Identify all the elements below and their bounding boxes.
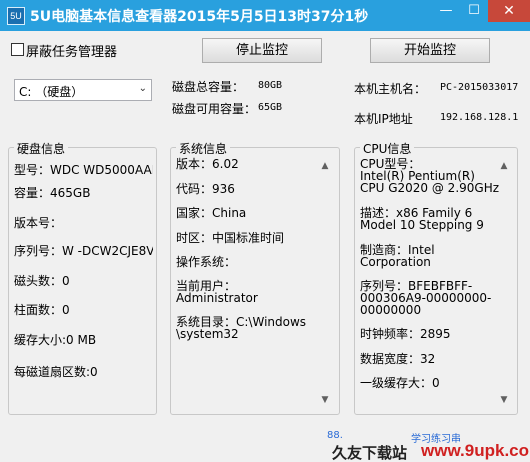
disk-cylinders: 柱面数：0	[14, 303, 70, 317]
cpu-clock: 时钟频率：2895	[360, 327, 451, 341]
hide-taskmgr-label[interactable]: 屏蔽任务管理器	[26, 41, 117, 60]
watermark-site-name: 久友下载站	[332, 444, 408, 462]
hide-taskmgr-checkbox[interactable]	[11, 43, 24, 56]
disk-sectors: 每磁道扇区数:0	[14, 365, 98, 379]
minimize-button[interactable]: —	[432, 0, 460, 22]
disk-cache: 缓存大小:0 MB	[14, 333, 97, 347]
close-button[interactable]: ✕	[488, 0, 530, 22]
window-title: 5U电脑基本信息查看器2015年5月5日13时37分1秒	[30, 9, 369, 25]
system-os: 操作系统：	[176, 255, 237, 269]
footer-watermark: 88. 学习练习串 久友下载站 www.9upk.com	[321, 424, 530, 462]
chevron-down-icon[interactable]: ⌄	[139, 83, 147, 94]
cpu-model-line2: CPU G2020 @ 2.90GHz	[360, 181, 500, 195]
maximize-button[interactable]: ☐	[460, 0, 488, 22]
app-logo-icon: 5U	[7, 7, 25, 25]
system-timezone: 时区：中国标准时间	[176, 231, 285, 245]
ip-value: 192.168.128.1	[440, 112, 519, 123]
disk-info-panel: 型号：WDC WD5000AAKX-08 容量：465GB 版本号： 序列号：W…	[12, 160, 153, 410]
title-bar[interactable]: 5U 5U电脑基本信息查看器2015年5月5日13时37分1秒 — ☐ ✕	[0, 0, 530, 31]
app-window: 5U 5U电脑基本信息查看器2015年5月5日13时37分1秒 — ☐ ✕ 屏蔽…	[0, 0, 530, 462]
disk-total-value: 80GB	[258, 80, 283, 91]
start-monitor-button[interactable]: 开始监控	[370, 38, 490, 63]
cpu-l1-cache: 一级缓存大：0	[360, 376, 440, 390]
footer-prefix: 88.	[327, 430, 343, 441]
cpu-data-width: 数据宽度：32	[360, 352, 436, 366]
disk-version: 版本号：	[14, 216, 63, 230]
system-country: 国家：China	[176, 206, 247, 220]
host-value: PC-2015033017	[440, 82, 519, 93]
drive-select-value: C: （硬盘）	[19, 85, 84, 99]
system-codepage: 代码：936	[176, 182, 235, 196]
system-info-panel[interactable]: 版本：6.02 代码：936 国家：China 时区：中国标准时间 操作系统： …	[174, 154, 335, 410]
cpu-scroll-down-icon[interactable]: ▼	[498, 394, 510, 406]
cpu-desc-cont: Model 10 Stepping 9	[360, 218, 484, 232]
disk-heads: 磁头数：0	[14, 274, 70, 288]
host-label: 本机主机名：	[354, 82, 427, 96]
system-dir-cont: \system32	[176, 327, 239, 341]
disk-model: 型号：WDC WD5000AAKX-08	[14, 163, 153, 177]
cpu-serial-cont2: 00000000	[360, 303, 422, 317]
disk-info-title: 硬盘信息	[14, 140, 69, 157]
disk-free-value: 65GB	[258, 102, 283, 113]
cpu-scroll-up-icon[interactable]: ▲	[498, 160, 510, 172]
cpu-vendor-cont: Corporation	[360, 255, 431, 269]
cpu-info-panel[interactable]: CPU型号： Intel(R) Pentium(R) CPU G2020 @ 2…	[358, 154, 514, 410]
disk-free-label: 磁盘可用容量：	[172, 102, 257, 116]
disk-total-label: 磁盘总容量：	[172, 80, 245, 94]
system-scroll-down-icon[interactable]: ▼	[319, 394, 331, 406]
stop-monitor-button[interactable]: 停止监控	[202, 38, 322, 63]
system-scroll-up-icon[interactable]: ▲	[319, 160, 331, 172]
watermark-site-url: www.9upk.com	[421, 441, 530, 460]
system-version: 版本：6.02	[176, 157, 239, 171]
drive-select[interactable]: C: （硬盘） ⌄	[14, 79, 152, 101]
disk-serial: 序列号：W -DCW2CJE8V66	[14, 244, 153, 258]
ip-label: 本机IP地址	[354, 112, 413, 126]
disk-capacity: 容量：465GB	[14, 186, 91, 200]
system-user-value: Administrator	[176, 291, 258, 305]
